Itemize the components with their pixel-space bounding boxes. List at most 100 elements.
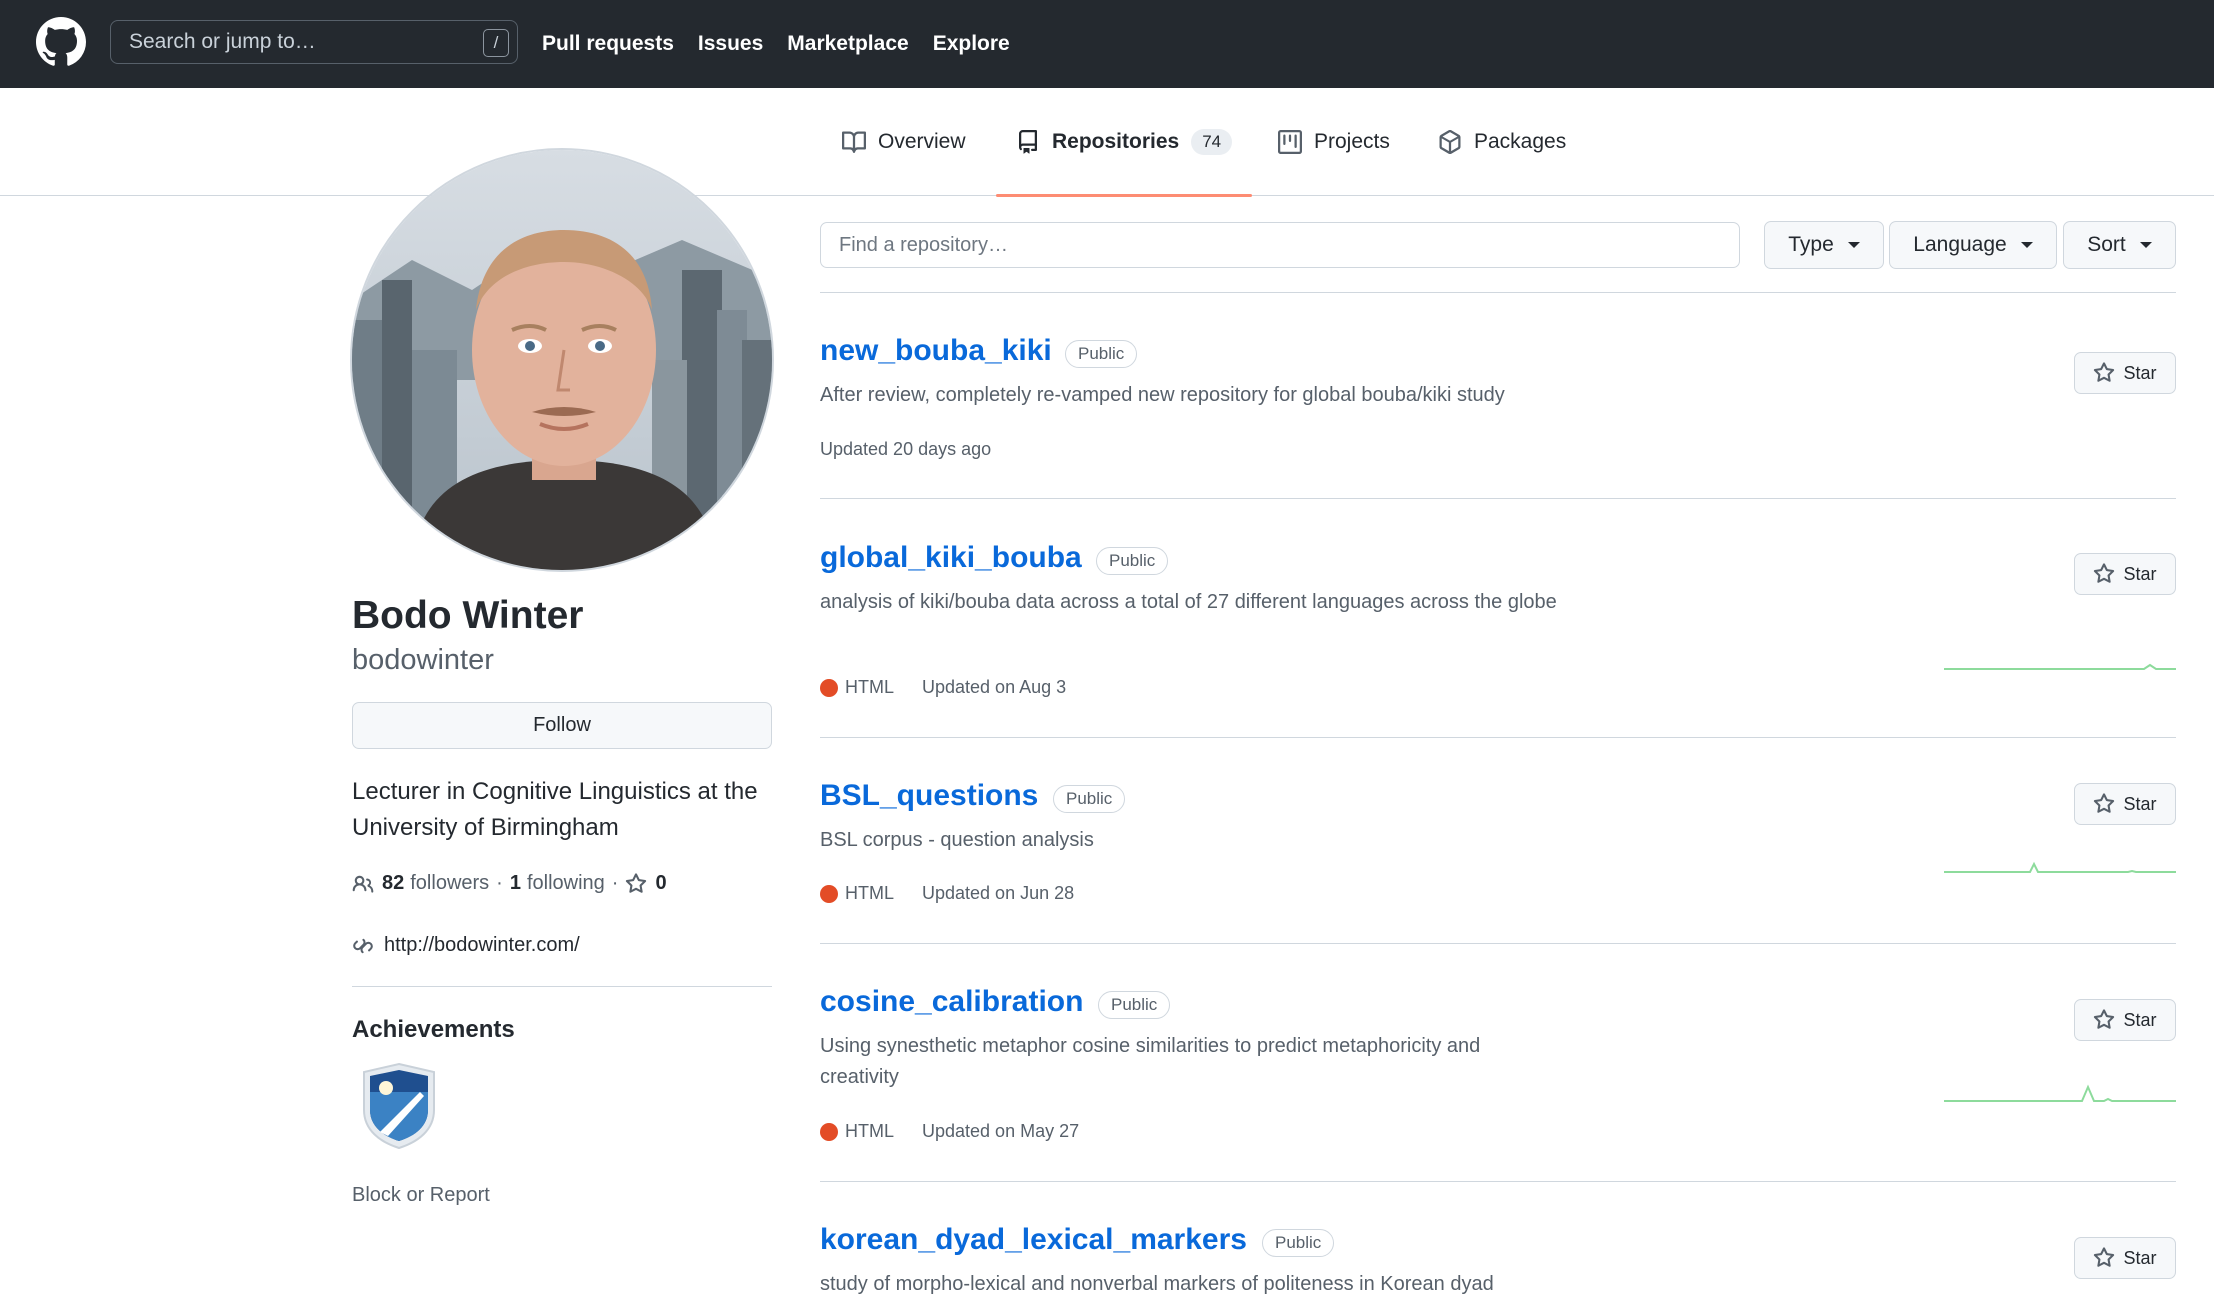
avatar[interactable] xyxy=(350,148,774,572)
repo-language: HTML xyxy=(845,1121,894,1141)
star-button[interactable]: Star xyxy=(2074,352,2176,394)
follow-button[interactable]: Follow xyxy=(352,702,772,749)
tab-overview[interactable]: Overview xyxy=(842,88,966,196)
stars-count[interactable]: 0 xyxy=(655,872,666,895)
repositories-count-badge: 74 xyxy=(1191,129,1233,155)
language-color-dot xyxy=(820,1122,838,1141)
separator-dot: · xyxy=(611,872,619,894)
repo-updated: Updated on May 27 xyxy=(922,1121,1080,1141)
profile-website[interactable]: http://bodowinter.com/ xyxy=(352,934,580,957)
star-icon xyxy=(2094,362,2115,382)
language-dropdown-label: Language xyxy=(1913,233,2007,256)
chevron-down-icon xyxy=(2020,242,2033,248)
global-nav: Pull requests Issues Marketplace Explore xyxy=(542,0,1010,88)
repo-icon xyxy=(1019,130,1037,154)
following-link[interactable]: following xyxy=(527,872,605,895)
nav-explore[interactable]: Explore xyxy=(933,32,1010,56)
repo-divider xyxy=(820,498,2176,499)
package-icon xyxy=(1439,130,1461,154)
global-search[interactable]: / xyxy=(110,20,518,64)
visibility-badge: Public xyxy=(1065,340,1138,368)
global-header: / Pull requests Issues Marketplace Explo… xyxy=(0,0,2214,88)
achievement-badge-icon[interactable] xyxy=(360,1062,438,1150)
list-item: global_kiki_bouba Public analysis of kik… xyxy=(820,541,2176,739)
sidebar-divider xyxy=(352,986,772,987)
star-icon xyxy=(2094,563,2115,583)
social-counts: 82 followers · 1 following · 0 xyxy=(352,872,673,895)
language-color-dot xyxy=(820,678,838,697)
star-button[interactable]: Star xyxy=(2074,553,2176,595)
repo-meta: Updated 20 days ago xyxy=(820,439,991,460)
sort-dropdown-label: Sort xyxy=(2087,233,2126,256)
search-shortcut-key: / xyxy=(483,29,509,57)
list-item: korean_dyad_lexical_markers Public study… xyxy=(820,1223,2176,1307)
repo-description: Using synesthetic metaphor cosine simila… xyxy=(820,1035,1481,1088)
nav-pull-requests[interactable]: Pull requests xyxy=(542,32,674,56)
type-dropdown-label: Type xyxy=(1788,233,1834,256)
list-item: BSL_questions Public BSL corpus - questi… xyxy=(820,779,2176,945)
profile-bio: Lecturer in Cognitive Linguistics at the… xyxy=(352,778,758,841)
nav-issues[interactable]: Issues xyxy=(698,32,763,56)
link-icon xyxy=(353,938,373,953)
tab-overview-label: Overview xyxy=(878,130,966,153)
tab-packages[interactable]: Packages xyxy=(1438,88,1566,196)
repo-updated: Updated 20 days ago xyxy=(820,439,992,459)
followers-link[interactable]: followers xyxy=(410,872,489,895)
type-dropdown[interactable]: Type xyxy=(1764,221,1884,269)
repo-name-link[interactable]: global_kiki_bouba xyxy=(820,541,1082,575)
repo-meta: HTML Updated on Jun 28 xyxy=(820,883,1074,904)
activity-sparkline xyxy=(1944,1084,2176,1102)
people-icon xyxy=(352,875,374,893)
star-button[interactable]: Star xyxy=(2074,783,2176,825)
block-or-report-link[interactable]: Block or Report xyxy=(352,1184,490,1207)
tab-repositories[interactable]: Repositories 74 xyxy=(995,88,1253,197)
repo-language: HTML xyxy=(845,677,894,697)
star-icon xyxy=(2094,1009,2115,1029)
search-input[interactable] xyxy=(111,30,461,54)
star-button[interactable]: Star xyxy=(2074,1237,2176,1279)
activity-sparkline xyxy=(1944,663,2176,670)
repo-description: After review, completely re-vamped new r… xyxy=(820,384,1505,406)
star-button-label: Star xyxy=(2123,1009,2157,1030)
language-color-dot xyxy=(820,884,838,903)
star-icon xyxy=(2094,793,2115,813)
repo-list-divider xyxy=(820,292,2176,293)
star-button[interactable]: Star xyxy=(2074,999,2176,1041)
visibility-badge: Public xyxy=(1096,547,1169,575)
chevron-down-icon xyxy=(1847,242,1860,248)
star-button-label: Star xyxy=(2123,793,2157,814)
repo-description: study of morpho-lexical and nonverbal ma… xyxy=(820,1273,1494,1295)
sort-dropdown[interactable]: Sort xyxy=(2063,221,2176,269)
repo-name-link[interactable]: BSL_questions xyxy=(820,779,1038,813)
nav-marketplace[interactable]: Marketplace xyxy=(787,32,908,56)
star-icon xyxy=(626,872,647,893)
repo-meta: HTML Updated on Aug 3 xyxy=(820,677,1066,698)
repo-updated: Updated on Aug 3 xyxy=(922,677,1067,697)
following-count[interactable]: 1 xyxy=(510,872,521,895)
repo-name-link[interactable]: new_bouba_kiki xyxy=(820,334,1052,368)
tab-packages-label: Packages xyxy=(1474,130,1567,153)
profile-username: bodowinter xyxy=(352,644,494,676)
project-icon xyxy=(1278,130,1302,154)
achievements-heading: Achievements xyxy=(352,1016,515,1043)
separator-dot: · xyxy=(496,872,503,894)
visibility-badge: Public xyxy=(1098,991,1171,1019)
chevron-down-icon xyxy=(2139,242,2152,248)
avatar-photo xyxy=(352,150,772,570)
followers-count[interactable]: 82 xyxy=(382,872,404,895)
repo-description: analysis of kiki/bouba data across a tot… xyxy=(820,591,1557,613)
language-dropdown[interactable]: Language xyxy=(1889,221,2057,269)
repo-name-link[interactable]: cosine_calibration xyxy=(820,985,1083,1019)
repo-divider xyxy=(820,943,2176,944)
repo-name-link[interactable]: korean_dyad_lexical_markers xyxy=(820,1223,1247,1257)
repo-updated: Updated on Jun 28 xyxy=(922,883,1075,903)
find-repository-input[interactable] xyxy=(820,222,1740,268)
website-link[interactable]: http://bodowinter.com/ xyxy=(384,934,580,957)
star-button-label: Star xyxy=(2123,362,2157,383)
tab-repositories-label: Repositories xyxy=(1052,130,1180,153)
list-item: new_bouba_kiki Public After review, comp… xyxy=(820,334,2176,500)
tab-projects-label: Projects xyxy=(1314,130,1390,153)
profile-tabs: Overview Repositories 74 Projects Packag… xyxy=(0,88,2214,197)
tab-projects[interactable]: Projects xyxy=(1278,88,1390,196)
github-mark-icon[interactable] xyxy=(36,17,86,67)
